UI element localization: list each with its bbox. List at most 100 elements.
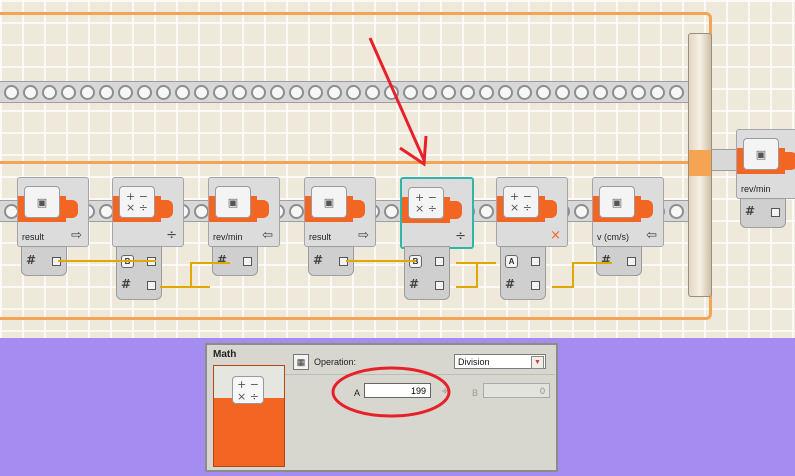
canvas-scrollbar[interactable] <box>688 33 712 297</box>
math-icon: + − × ÷ <box>119 186 155 218</box>
beam-hole <box>61 84 76 100</box>
sequence-beam-top <box>0 81 694 103</box>
number-plug-icon: # <box>217 253 228 267</box>
math-block[interactable]: + − × ÷ × <box>496 177 568 247</box>
math-icon: + − × ÷ <box>232 376 264 404</box>
block-tab <box>159 200 173 218</box>
block-preview: + − × ÷ <box>213 365 285 467</box>
data-wire[interactable] <box>346 260 416 262</box>
block-data-plug[interactable]: # <box>212 246 258 276</box>
beam-hole <box>555 84 570 100</box>
beam-hole <box>631 84 646 100</box>
beam-hole <box>422 84 437 100</box>
plug-port[interactable] <box>771 208 780 217</box>
beam-hole <box>80 84 95 100</box>
number-plug-icon: # <box>313 253 324 267</box>
beam-hole <box>118 84 133 100</box>
beam-hole <box>365 84 380 100</box>
variable-block[interactable]: ▣ v (cm/s) ⇦ <box>592 177 664 247</box>
b-label: B <box>472 388 479 398</box>
data-wire[interactable] <box>190 262 230 264</box>
program-canvas[interactable]: ▣ result ⇨ # + −× ÷ ÷ B# ▣ rev/min ⇦ # ▣ result ⇨ # + −… <box>0 0 795 338</box>
block-data-plug[interactable]: B# <box>404 246 450 300</box>
beam-hole <box>232 84 247 100</box>
plug-port[interactable] <box>435 257 444 266</box>
variable-block[interactable]: ▣ result ⇨ <box>17 177 89 247</box>
block-tab <box>543 200 557 218</box>
read-arrow-icon: ⇦ <box>646 228 657 243</box>
math-block[interactable]: + − × ÷ ÷ <box>400 177 474 249</box>
side-block-plug[interactable]: # <box>740 198 786 228</box>
data-wire[interactable] <box>190 262 192 286</box>
beam-hole <box>289 203 304 219</box>
beam-hole <box>479 84 494 100</box>
data-wire[interactable] <box>572 262 574 288</box>
plug-port[interactable] <box>435 281 444 290</box>
sequence-beam-edge <box>0 161 712 164</box>
beam-hole <box>612 84 627 100</box>
math-config-panel: Math + − × ÷ ▦ Operation: Division ▼ A 19… <box>205 343 558 472</box>
operation-label: Operation: <box>314 357 357 367</box>
a-input[interactable]: 199 <box>364 383 431 398</box>
plug-port[interactable] <box>531 281 540 290</box>
math-icon: + − × ÷ <box>503 186 539 218</box>
chevron-down-icon[interactable]: ▼ <box>531 356 544 369</box>
b-input[interactable]: 0 <box>483 383 550 398</box>
plug-port[interactable] <box>531 257 540 266</box>
write-arrow-icon: ⇨ <box>358 228 369 243</box>
beam-hole <box>194 84 209 100</box>
operation-select[interactable]: Division ▼ <box>454 354 546 369</box>
side-variable-block[interactable]: ▣ rev/min <box>736 129 795 199</box>
scrollbar-thumb[interactable] <box>689 150 711 176</box>
number-plug-icon: # <box>121 277 132 291</box>
data-wire[interactable] <box>58 260 156 262</box>
beam-hole <box>251 84 266 100</box>
block-tab <box>351 200 365 218</box>
block-label: result <box>309 232 332 242</box>
number-plug-icon: # <box>409 277 420 291</box>
data-wire[interactable] <box>476 262 478 286</box>
variable-block[interactable]: ▣ result ⇨ <box>304 177 376 247</box>
variable-briefcase-icon: ▣ <box>215 186 251 218</box>
math-block[interactable]: + − × ÷ ÷ <box>112 177 184 247</box>
operator-symbol: ÷ <box>441 386 450 397</box>
data-wire[interactable] <box>572 262 612 264</box>
block-data-plug[interactable]: # <box>596 246 642 276</box>
beam-hole <box>156 84 171 100</box>
write-arrow-icon: ⇨ <box>71 228 82 243</box>
data-wire[interactable] <box>160 286 210 288</box>
data-wire[interactable] <box>552 286 572 288</box>
division-icon: ÷ <box>166 228 177 243</box>
math-icon: + − × ÷ <box>408 187 444 219</box>
beam-hole <box>327 84 342 100</box>
plug-port[interactable] <box>243 257 252 266</box>
beam-hole <box>669 203 684 219</box>
block-label: result <box>22 232 45 242</box>
beam-hole <box>175 84 190 100</box>
multiply-icon: × <box>550 228 561 243</box>
plug-port[interactable] <box>147 281 156 290</box>
plug-letter: A <box>505 255 518 268</box>
beam-hole <box>498 84 513 100</box>
beam-hole <box>593 84 608 100</box>
beam-hole <box>517 84 532 100</box>
number-plug-icon: # <box>505 277 516 291</box>
block-data-plug[interactable]: A # <box>500 246 546 300</box>
beam-hole <box>42 84 57 100</box>
variable-briefcase-icon: ▣ <box>24 186 60 218</box>
beam-hole <box>479 203 494 219</box>
beam-hole <box>536 84 551 100</box>
block-label: rev/min <box>213 232 243 242</box>
beam-hole <box>403 84 418 100</box>
plug-port[interactable] <box>627 257 636 266</box>
data-wire[interactable] <box>456 286 478 288</box>
beam-hole <box>137 84 152 100</box>
number-plug-icon: # <box>745 204 756 218</box>
block-data-plug[interactable]: B# <box>116 246 162 300</box>
beam-hole <box>194 203 209 219</box>
variable-block[interactable]: ▣ rev/min ⇦ <box>208 177 280 247</box>
block-tab <box>448 201 462 219</box>
beam-hole <box>99 84 114 100</box>
beam-hole <box>384 203 399 219</box>
block-tab <box>255 200 269 218</box>
